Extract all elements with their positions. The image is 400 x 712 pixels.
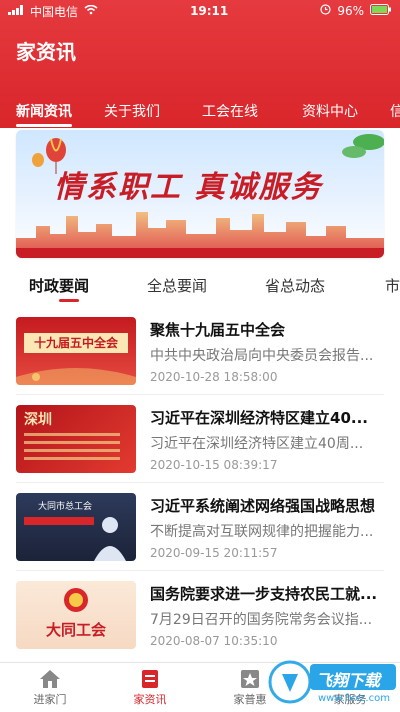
category-tab-bar: 时政要闻 全总要闻 省总动态 市	[0, 265, 400, 305]
news-thumbnail: 深圳	[16, 405, 136, 473]
star-icon	[241, 669, 259, 688]
signal-icon	[8, 4, 24, 18]
news-icon	[142, 669, 158, 688]
list-item[interactable]: 十九届五中全会 聚焦十九届五中全会 中共中央政治局向中央委员会报告... 202…	[0, 307, 400, 395]
site-watermark: 飞翔下载 www.fxxz.com	[268, 656, 398, 708]
subtab-province-news[interactable]: 省总动态	[236, 275, 354, 296]
news-title: 国务院要求进一步支持农民工就...	[150, 585, 378, 603]
news-summary: 不断提高对互联网规律的把握能力...	[150, 524, 374, 540]
list-item[interactable]: 深圳 习近平在深圳经济特区建立40... 习近平在深圳经济特区建立40周... …	[0, 395, 400, 483]
thumbnail-caption: 大同市总工会	[38, 502, 93, 512]
nav-label: 家资讯	[133, 692, 167, 706]
union-emblem-icon	[64, 588, 88, 612]
watermark-title: 飞翔下载	[316, 671, 381, 690]
thumbnail-red-band	[24, 517, 94, 525]
subtab-politics[interactable]: 时政要闻	[0, 275, 118, 296]
news-thumbnail: 大同市总工会	[16, 493, 136, 561]
page-title: 家资讯	[16, 40, 76, 64]
status-time: 19:11	[190, 4, 229, 18]
tab-news[interactable]: 新闻资讯	[0, 94, 84, 128]
active-subtab-indicator	[59, 299, 79, 302]
news-date: 2020-10-28 18:58:00	[150, 370, 278, 384]
news-title: 聚焦十九届五中全会	[150, 321, 286, 339]
wifi-icon	[84, 4, 98, 18]
news-summary: 中共中央政治局向中央委员会报告...	[150, 348, 374, 364]
battery-icon	[369, 4, 392, 18]
tab-about[interactable]: 关于我们	[84, 94, 172, 128]
city-skyline	[16, 212, 384, 258]
person-icon	[94, 517, 126, 561]
news-list: 十九届五中全会 聚焦十九届五中全会 中共中央政治局向中央委员会报告... 202…	[0, 307, 400, 659]
news-title: 习近平在深圳经济特区建立40...	[150, 409, 368, 427]
leaf-decoration	[342, 134, 384, 158]
active-tab-indicator	[16, 124, 72, 127]
watermark-url: www.fxxz.com	[318, 693, 390, 704]
nav-news[interactable]: 家资讯	[100, 663, 200, 712]
nav-label: 进家门	[33, 692, 67, 706]
top-tab-bar: 新闻资讯 关于我们 工会在线 资料中心 信息	[0, 94, 400, 128]
thumbnail-caption: 十九届五中全会	[24, 333, 128, 353]
carrier-label: 中国电信	[30, 4, 79, 19]
news-summary: 习近平在深圳经济特区建立40周...	[150, 436, 364, 452]
app-header: 中国电信 19:11 96% 家资讯 新闻资讯 关于我们 工会在线 资料中心 信…	[0, 0, 400, 128]
news-title: 习近平系统阐述网络强国战略思想	[150, 497, 376, 515]
tab-resources[interactable]: 资料中心	[270, 94, 370, 128]
list-item[interactable]: 大同市总工会 习近平系统阐述网络强国战略思想 不断提高对互联网规律的把握能力..…	[0, 483, 400, 571]
nav-label: 家普惠	[233, 692, 267, 706]
hall-icon	[16, 368, 136, 385]
thumbnail-caption: 深圳	[24, 412, 52, 428]
subtab-city-news[interactable]: 市	[354, 275, 400, 296]
tab-info[interactable]: 信息	[370, 94, 400, 128]
thumbnail-lines	[24, 433, 120, 436]
status-bar: 中国电信 19:11 96%	[0, 0, 400, 22]
news-thumbnail: 十九届五中全会	[16, 317, 136, 385]
nav-home[interactable]: 进家门	[0, 663, 100, 712]
news-date: 2020-10-15 08:39:17	[150, 458, 278, 472]
list-item[interactable]: 大同工会 国务院要求进一步支持农民工就... 7月29日召开的国务院常务会议指.…	[0, 571, 400, 659]
news-date: 2020-08-07 10:35:10	[150, 634, 278, 648]
news-summary: 7月29日召开的国务院常务会议指...	[150, 612, 373, 628]
news-thumbnail: 大同工会	[16, 581, 136, 649]
subtab-federation-news[interactable]: 全总要闻	[118, 275, 236, 296]
thumbnail-caption: 大同工会	[45, 621, 106, 639]
battery-percent: 96%	[337, 4, 364, 18]
tab-union-online[interactable]: 工会在线	[172, 94, 270, 128]
alarm-icon	[320, 4, 331, 18]
home-icon	[40, 669, 60, 688]
promo-banner[interactable]: 情系职工 真诚服务	[16, 130, 384, 258]
news-date: 2020-09-15 20:11:57	[150, 546, 278, 560]
